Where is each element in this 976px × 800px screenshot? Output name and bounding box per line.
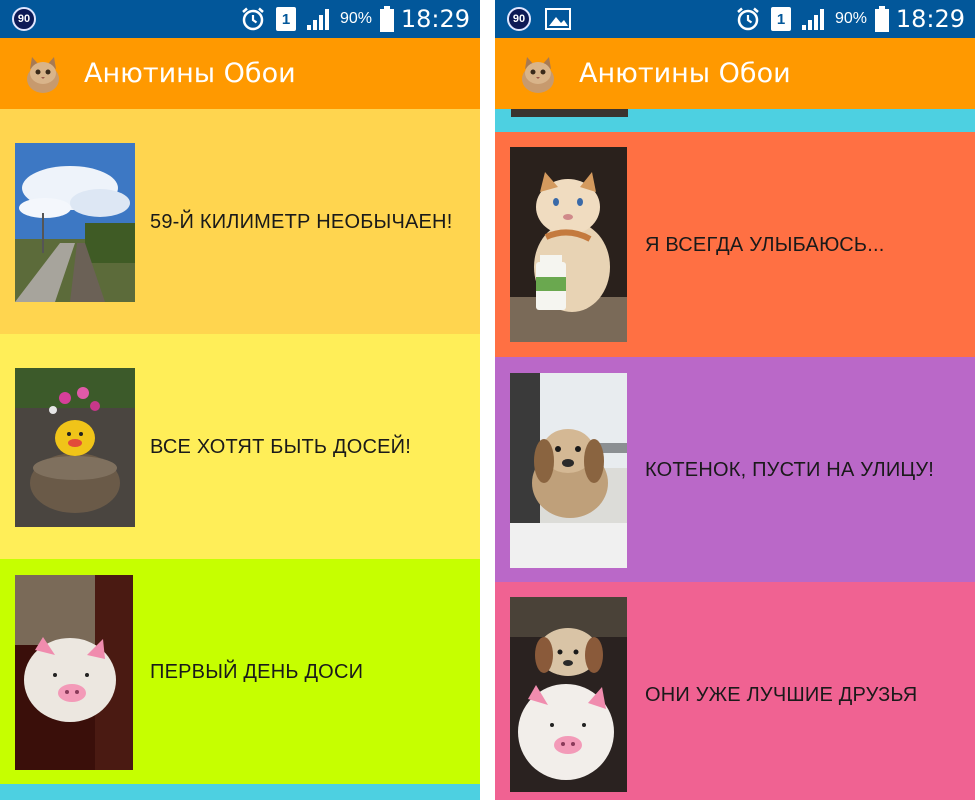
notification-badge: 90 xyxy=(12,0,36,38)
sim-icon: 1 xyxy=(276,0,296,38)
phone-screen-right: 90 1 90% 18:29 Анютины Обои Я ВСЕГДА УЛЫ… xyxy=(495,0,975,800)
list-item[interactable]: Я ВСЕГДА УЛЫБАЮСЬ... xyxy=(495,132,975,357)
clock: 18:29 xyxy=(400,5,470,33)
status-bar: 90 1 90% 18:29 xyxy=(0,0,480,38)
alarm-icon xyxy=(240,0,266,38)
app-title: Анютины Обои xyxy=(579,58,791,89)
notification-badge: 90 xyxy=(507,0,531,38)
battery-percent: 90% xyxy=(835,10,868,27)
list-item[interactable]: 59-Й КИЛИМЕТР НЕОБЫЧАЕН! xyxy=(0,109,480,334)
list-item[interactable]: ОНИ УЖЕ ЛУЧШИЕ ДРУЗЬЯ xyxy=(495,582,975,800)
kitten-icon xyxy=(22,53,64,95)
item-title: ОНИ УЖЕ ЛУЧШИЕ ДРУЗЬЯ xyxy=(645,684,918,706)
app-toolbar: Анютины Обои xyxy=(0,38,480,109)
item-title: ПЕРВЫЙ ДЕНЬ ДОСИ xyxy=(150,661,364,683)
item-title: 59-Й КИЛИМЕТР НЕОБЫЧАЕН! xyxy=(150,211,453,233)
item-title: КОТЕНОК, ПУСТИ НА УЛИЦУ! xyxy=(645,459,935,481)
app-toolbar: Анютины Обои xyxy=(495,38,975,109)
battery-percent: 90% xyxy=(340,10,373,27)
battery-icon xyxy=(875,0,889,38)
kitten-icon xyxy=(517,53,559,95)
app-title: Анютины Обои xyxy=(84,58,296,89)
signal-icon xyxy=(801,0,827,38)
alarm-icon xyxy=(735,0,761,38)
list-item[interactable]: КОТЕНОК, ПУСТИ НА УЛИЦУ! xyxy=(495,357,975,582)
plush-pig-photo xyxy=(15,575,133,770)
clock: 18:29 xyxy=(895,5,965,33)
battery-icon xyxy=(380,0,394,38)
gallery-icon xyxy=(545,0,571,38)
plush-cat-photo xyxy=(510,147,627,342)
prev-list-item-edge[interactable] xyxy=(495,109,975,132)
prev-thumb-edge xyxy=(511,109,628,117)
list-item[interactable]: ПЕРВЫЙ ДЕНЬ ДОСИ xyxy=(0,559,480,784)
item-title: ВСЕ ХОТЯТ БЫТЬ ДОСЕЙ! xyxy=(150,436,411,458)
railway-platform-photo xyxy=(15,143,135,302)
plush-puppy-pig-photo xyxy=(510,597,627,792)
list-item[interactable]: ВСЕ ХОТЯТ БЫТЬ ДОСЕЙ! xyxy=(0,334,480,559)
pig-flowerpot-photo xyxy=(15,368,135,527)
plush-puppy-window-photo xyxy=(510,373,627,568)
phone-screen-left: 90 1 90% 18:29 Анютины Обои 59-Й КИЛИМЕТ… xyxy=(0,0,480,800)
signal-icon xyxy=(306,0,332,38)
sim-icon: 1 xyxy=(771,0,791,38)
item-title: Я ВСЕГДА УЛЫБАЮСЬ... xyxy=(645,234,885,256)
status-bar: 90 1 90% 18:29 xyxy=(495,0,975,38)
next-list-item-edge[interactable] xyxy=(0,784,480,800)
